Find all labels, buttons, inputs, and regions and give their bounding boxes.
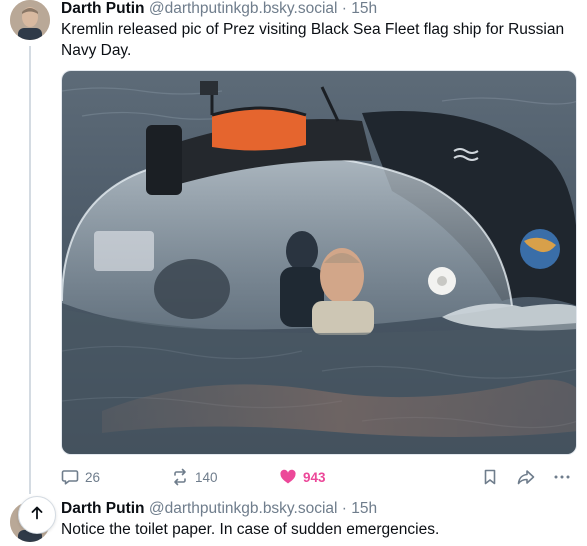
author-handle[interactable]: @darthputinkgb.bsky.social — [149, 0, 338, 17]
post-text: Kremlin released pic of Prez visiting Bl… — [61, 21, 565, 59]
avatar[interactable] — [10, 0, 50, 40]
author-handle[interactable]: @darthputinkgb.bsky.social — [149, 500, 338, 517]
like-button[interactable]: 943 — [279, 466, 326, 488]
scroll-to-top-button[interactable] — [18, 496, 56, 534]
arrow-up-icon — [29, 505, 45, 526]
repost-arrows-icon — [171, 468, 189, 486]
separator-dot: · — [341, 500, 347, 517]
post[interactable]: Darth Putin @darthputinkgb.bsky.social ·… — [0, 492, 587, 546]
author-name[interactable]: Darth Putin — [61, 0, 145, 17]
post[interactable]: Darth Putin @darthputinkgb.bsky.social ·… — [0, 0, 587, 492]
post-timestamp[interactable]: 15h — [351, 500, 377, 517]
post-image[interactable] — [61, 70, 577, 455]
heart-icon — [279, 468, 297, 486]
author-name[interactable]: Darth Putin — [61, 500, 145, 517]
reply-count: 26 — [85, 469, 101, 485]
bookmark-button[interactable] — [481, 466, 499, 488]
more-options-button[interactable] — [553, 466, 571, 488]
separator-dot: · — [341, 0, 347, 17]
post-actions: 26 140 943 — [61, 466, 577, 488]
bookmark-icon — [481, 468, 499, 486]
repost-button[interactable]: 140 — [171, 466, 218, 488]
post-timestamp[interactable]: 15h — [351, 0, 377, 17]
post-header: Darth Putin @darthputinkgb.bsky.social ·… — [61, 0, 377, 18]
share-arrow-icon — [516, 468, 536, 486]
post-header: Darth Putin @darthputinkgb.bsky.social ·… — [61, 499, 377, 518]
like-count: 943 — [303, 469, 326, 485]
speech-bubble-icon — [61, 468, 79, 486]
ellipsis-icon — [553, 468, 571, 486]
repost-count: 140 — [195, 469, 218, 485]
reply-button[interactable]: 26 — [61, 466, 100, 488]
post-text: Notice the toilet paper. In case of sudd… — [61, 521, 440, 538]
share-button[interactable] — [516, 466, 536, 488]
